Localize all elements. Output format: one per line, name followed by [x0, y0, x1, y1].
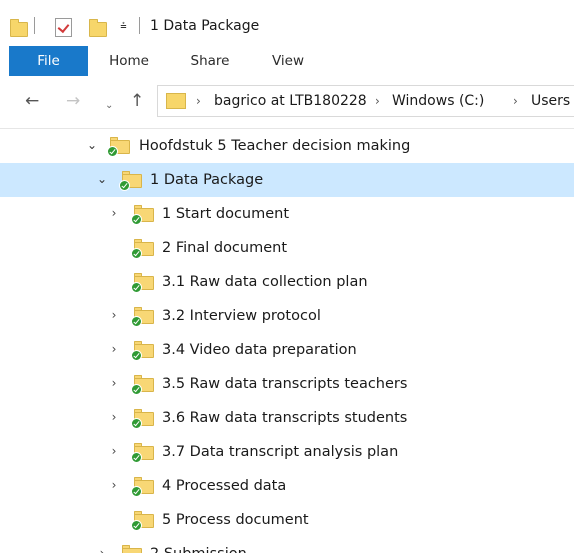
back-arrow-icon[interactable]: ← — [25, 89, 39, 113]
tree-item-hoofdstuk-5[interactable]: ⌄ Hoofdstuk 5 Teacher decision making — [0, 129, 574, 163]
folder-icon — [166, 93, 186, 109]
divider — [34, 17, 35, 34]
properties-icon[interactable] — [55, 18, 72, 37]
new-folder-icon[interactable] — [89, 19, 107, 37]
navigation-tree: ⌄ Hoofdstuk 5 Teacher decision making ⌄ … — [0, 129, 574, 553]
synced-folder-icon — [131, 375, 154, 395]
synced-folder-icon — [131, 341, 154, 361]
chevron-down-icon[interactable]: ⌄ — [86, 139, 98, 151]
tree-item-3-5-raw-data-transcripts-teachers[interactable]: › 3.5 Raw data transcripts teachers — [0, 367, 574, 401]
chevron-right-icon[interactable]: › — [108, 377, 120, 389]
breadcrumb-users[interactable]: Users — [531, 86, 570, 116]
chevron-right-icon[interactable]: › — [96, 547, 108, 553]
synced-folder-icon — [131, 477, 154, 497]
synced-folder-icon — [131, 273, 154, 293]
synced-folder-icon — [122, 545, 142, 553]
tree-item-label: 5 Process document — [162, 512, 309, 528]
breadcrumb-separator-icon[interactable]: › — [196, 86, 201, 116]
tree-item-3-6-raw-data-transcripts-students[interactable]: › 3.6 Raw data transcripts students — [0, 401, 574, 435]
synced-folder-icon — [131, 205, 154, 225]
tab-share[interactable]: Share — [180, 46, 240, 76]
synced-folder-icon — [131, 307, 154, 327]
chevron-right-icon[interactable]: › — [108, 445, 120, 457]
breadcrumb-windows-c[interactable]: Windows (C:) — [392, 86, 484, 116]
tree-item-label: 1 Data Package — [150, 172, 264, 188]
chevron-right-icon[interactable]: › — [108, 309, 120, 321]
tree-item-3-7-data-transcript-analysis-plan[interactable]: › 3.7 Data transcript analysis plan — [0, 435, 574, 469]
chevron-down-icon[interactable]: ⌄ — [96, 173, 108, 185]
tree-item-label: Hoofdstuk 5 Teacher decision making — [139, 138, 411, 154]
tree-item-label: 3.1 Raw data collection plan — [162, 274, 368, 290]
tree-item-label: 3.6 Raw data transcripts students — [162, 410, 408, 426]
ribbon-tabs: File Home Share View — [0, 46, 574, 76]
tree-item-label: 3.7 Data transcript analysis plan — [162, 444, 399, 460]
recent-locations-chevron-icon[interactable]: ⌄ — [105, 94, 113, 118]
tab-home[interactable]: Home — [100, 46, 158, 76]
tree-item-label: 1 Start document — [162, 206, 290, 222]
synced-folder-icon — [131, 511, 154, 531]
tree-item-label: 3.5 Raw data transcripts teachers — [162, 376, 408, 392]
synced-folder-icon — [107, 137, 130, 157]
forward-arrow-icon[interactable]: → — [66, 89, 80, 113]
address-bar: ← → ⌄ ↑ › bagrico at LTB180228 › Windows… — [0, 76, 574, 129]
divider — [139, 17, 140, 34]
tree-item-2-final-document[interactable]: 2 Final document — [0, 231, 574, 265]
synced-folder-icon — [131, 409, 154, 429]
tree-item-2-submission[interactable]: › 2 Submission — [0, 537, 574, 553]
tree-item-3-1-raw-data-collection-plan[interactable]: 3.1 Raw data collection plan — [0, 265, 574, 299]
breadcrumb-bagrico[interactable]: bagrico at LTB180228 — [214, 86, 367, 116]
window-title: 1 Data Package — [150, 18, 260, 34]
tree-item-1-data-package[interactable]: ⌄ 1 Data Package — [0, 163, 574, 197]
folder-icon — [10, 19, 28, 37]
address-path[interactable]: › bagrico at LTB180228 › Windows (C:) › … — [157, 85, 574, 117]
tree-item-5-process-document[interactable]: 5 Process document — [0, 503, 574, 537]
up-arrow-icon[interactable]: ↑ — [130, 89, 144, 113]
synced-folder-icon — [131, 239, 154, 259]
tab-file[interactable]: File — [9, 46, 88, 76]
tree-item-label: 2 Submission — [150, 537, 247, 553]
tree-item-4-processed-data[interactable]: › 4 Processed data — [0, 469, 574, 503]
chevron-right-icon[interactable]: › — [108, 411, 120, 423]
tree-item-label: 3.4 Video data preparation — [162, 342, 357, 358]
tree-item-1-start-document[interactable]: › 1 Start document — [0, 197, 574, 231]
synced-folder-icon — [131, 443, 154, 463]
tree-item-3-2-interview-protocol[interactable]: › 3.2 Interview protocol — [0, 299, 574, 333]
tab-view[interactable]: View — [262, 46, 314, 76]
synced-folder-icon — [119, 171, 142, 191]
chevron-right-icon[interactable]: › — [108, 343, 120, 355]
tree-item-label: 4 Processed data — [162, 478, 287, 494]
breadcrumb-separator-icon[interactable]: › — [513, 86, 518, 116]
chevron-right-icon[interactable]: › — [108, 207, 120, 219]
title-bar: ⩮ 1 Data Package — [0, 0, 574, 46]
tree-item-label: 2 Final document — [162, 240, 288, 256]
tree-item-label: 3.2 Interview protocol — [162, 308, 321, 324]
breadcrumb-separator-icon[interactable]: › — [375, 86, 380, 116]
chevron-right-icon[interactable]: › — [108, 479, 120, 491]
tree-item-3-4-video-data-preparation[interactable]: › 3.4 Video data preparation — [0, 333, 574, 367]
quick-access-dropdown-icon[interactable]: ⩮ — [117, 19, 130, 33]
